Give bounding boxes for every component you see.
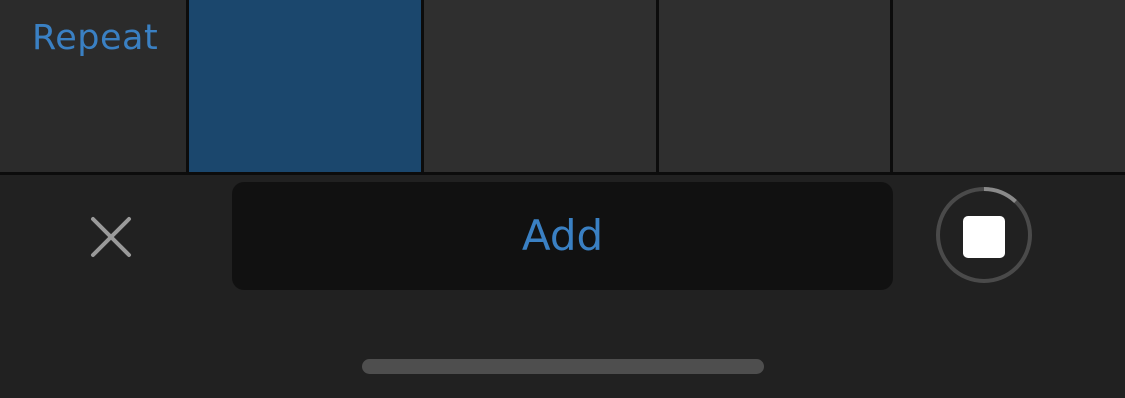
repeat-cell-1[interactable] xyxy=(189,0,422,173)
stop-icon xyxy=(936,187,1032,283)
cell-divider xyxy=(186,0,189,173)
stop-square xyxy=(963,216,1005,258)
repeat-cell-4[interactable] xyxy=(893,0,1125,173)
repeat-label: Repeat xyxy=(32,18,159,58)
close-button[interactable] xyxy=(86,212,136,262)
cell-divider xyxy=(656,0,659,173)
row-divider xyxy=(0,172,1125,175)
repeat-cell-2[interactable] xyxy=(424,0,656,173)
repeat-cell-3[interactable] xyxy=(659,0,890,173)
cell-divider xyxy=(890,0,893,173)
repeat-row: Repeat xyxy=(0,0,1125,173)
repeat-editor-panel: Repeat Add xyxy=(0,0,1125,398)
stop-button[interactable] xyxy=(934,185,1034,285)
home-indicator[interactable] xyxy=(362,359,764,374)
close-icon xyxy=(91,217,131,257)
add-button[interactable]: Add xyxy=(232,182,893,290)
cell-divider xyxy=(421,0,424,173)
